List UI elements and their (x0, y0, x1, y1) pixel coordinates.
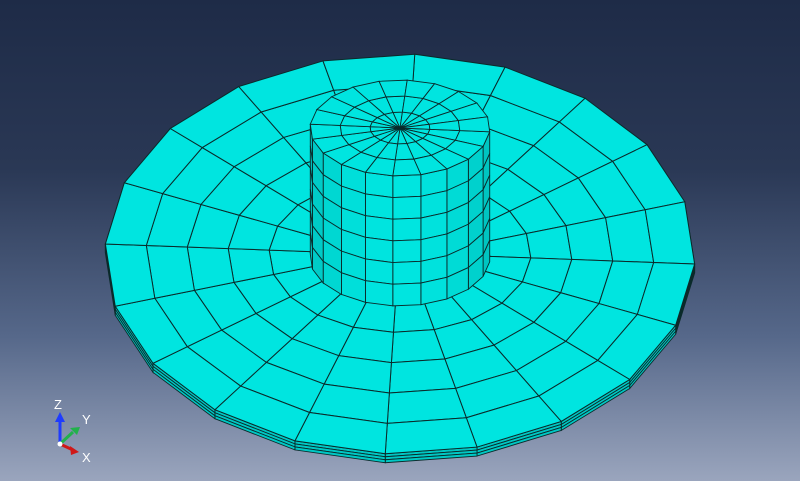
cylinder-side-element (392, 174, 422, 198)
z-axis-label: Z (54, 397, 62, 412)
viewport[interactable]: Z Y X (0, 0, 800, 481)
flange-element (384, 417, 478, 455)
flange-element (186, 246, 235, 291)
flange-element (565, 217, 614, 262)
cylinder-side-element (364, 236, 394, 264)
flange-element (644, 201, 696, 265)
z-axis-arrow (55, 412, 65, 422)
cylinder-side-element (392, 217, 422, 242)
cylinder-side-element (392, 195, 422, 220)
axis-triad: Z Y X (54, 397, 91, 465)
cylinder-side-element (364, 171, 394, 199)
cylinder-side-element (392, 239, 422, 263)
triad-origin (57, 441, 63, 447)
cylinder-side-element (364, 193, 394, 220)
cylinder-side-element (364, 280, 394, 307)
cylinder-side-element (392, 282, 422, 307)
flange-element (388, 358, 457, 394)
y-axis-line (58, 430, 75, 446)
cylinder-side-element (364, 258, 394, 285)
x-axis-label: X (82, 450, 91, 465)
mesh-model[interactable] (0, 0, 800, 481)
cylinder-side-element (364, 215, 394, 242)
y-axis-label: Y (82, 412, 91, 427)
x-axis-arrow (70, 446, 79, 455)
cylinder-side-element (392, 260, 422, 285)
